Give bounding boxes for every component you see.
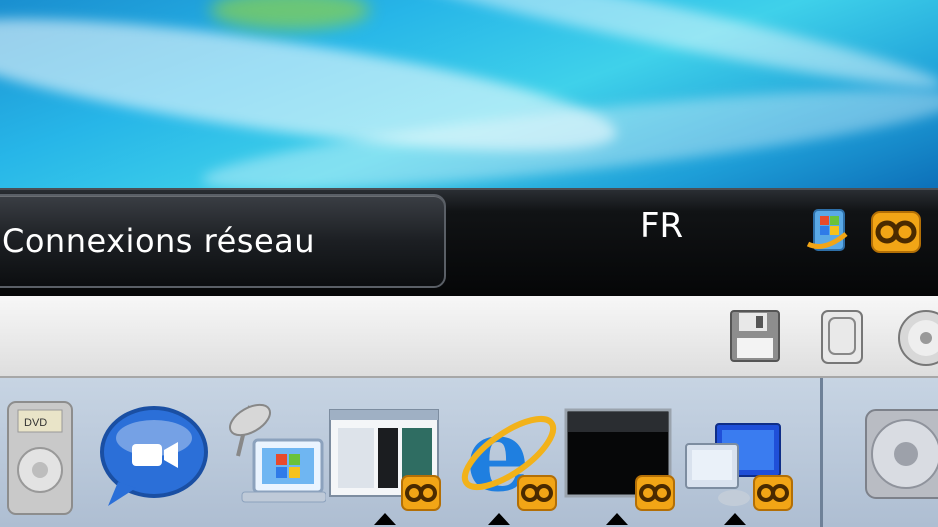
ichat-icon[interactable] xyxy=(98,402,210,512)
remote-link-badge-icon xyxy=(517,475,557,511)
running-indicator xyxy=(374,513,396,525)
cd-drive-icon[interactable] xyxy=(896,308,938,368)
taskbar-button-connexions-reseau[interactable]: Connexions réseau xyxy=(0,194,446,288)
running-indicator xyxy=(606,513,628,525)
removable-drive-icon[interactable] xyxy=(818,308,866,366)
remote-link-badge-icon xyxy=(635,475,675,511)
desktop-wallpaper xyxy=(0,0,938,190)
vm-status-bar xyxy=(0,296,938,378)
running-indicator xyxy=(488,513,510,525)
taskbar-button-label: Connexions réseau xyxy=(2,222,316,260)
dock-divider xyxy=(820,378,823,527)
remote-link-icon[interactable] xyxy=(868,204,924,260)
remote-link-badge-icon xyxy=(753,475,793,511)
network-connection-icon[interactable] xyxy=(210,396,326,510)
svg-text:DVD: DVD xyxy=(24,417,47,429)
windows-messenger-icon[interactable] xyxy=(804,204,860,260)
floppy-disk-icon[interactable] xyxy=(728,308,782,364)
dvd-player-icon[interactable]: DVD xyxy=(2,398,76,518)
dvd-disc-icon[interactable] xyxy=(862,406,938,502)
language-indicator[interactable]: FR xyxy=(640,206,683,246)
remote-link-badge-icon xyxy=(401,475,441,511)
running-indicator xyxy=(724,513,746,525)
